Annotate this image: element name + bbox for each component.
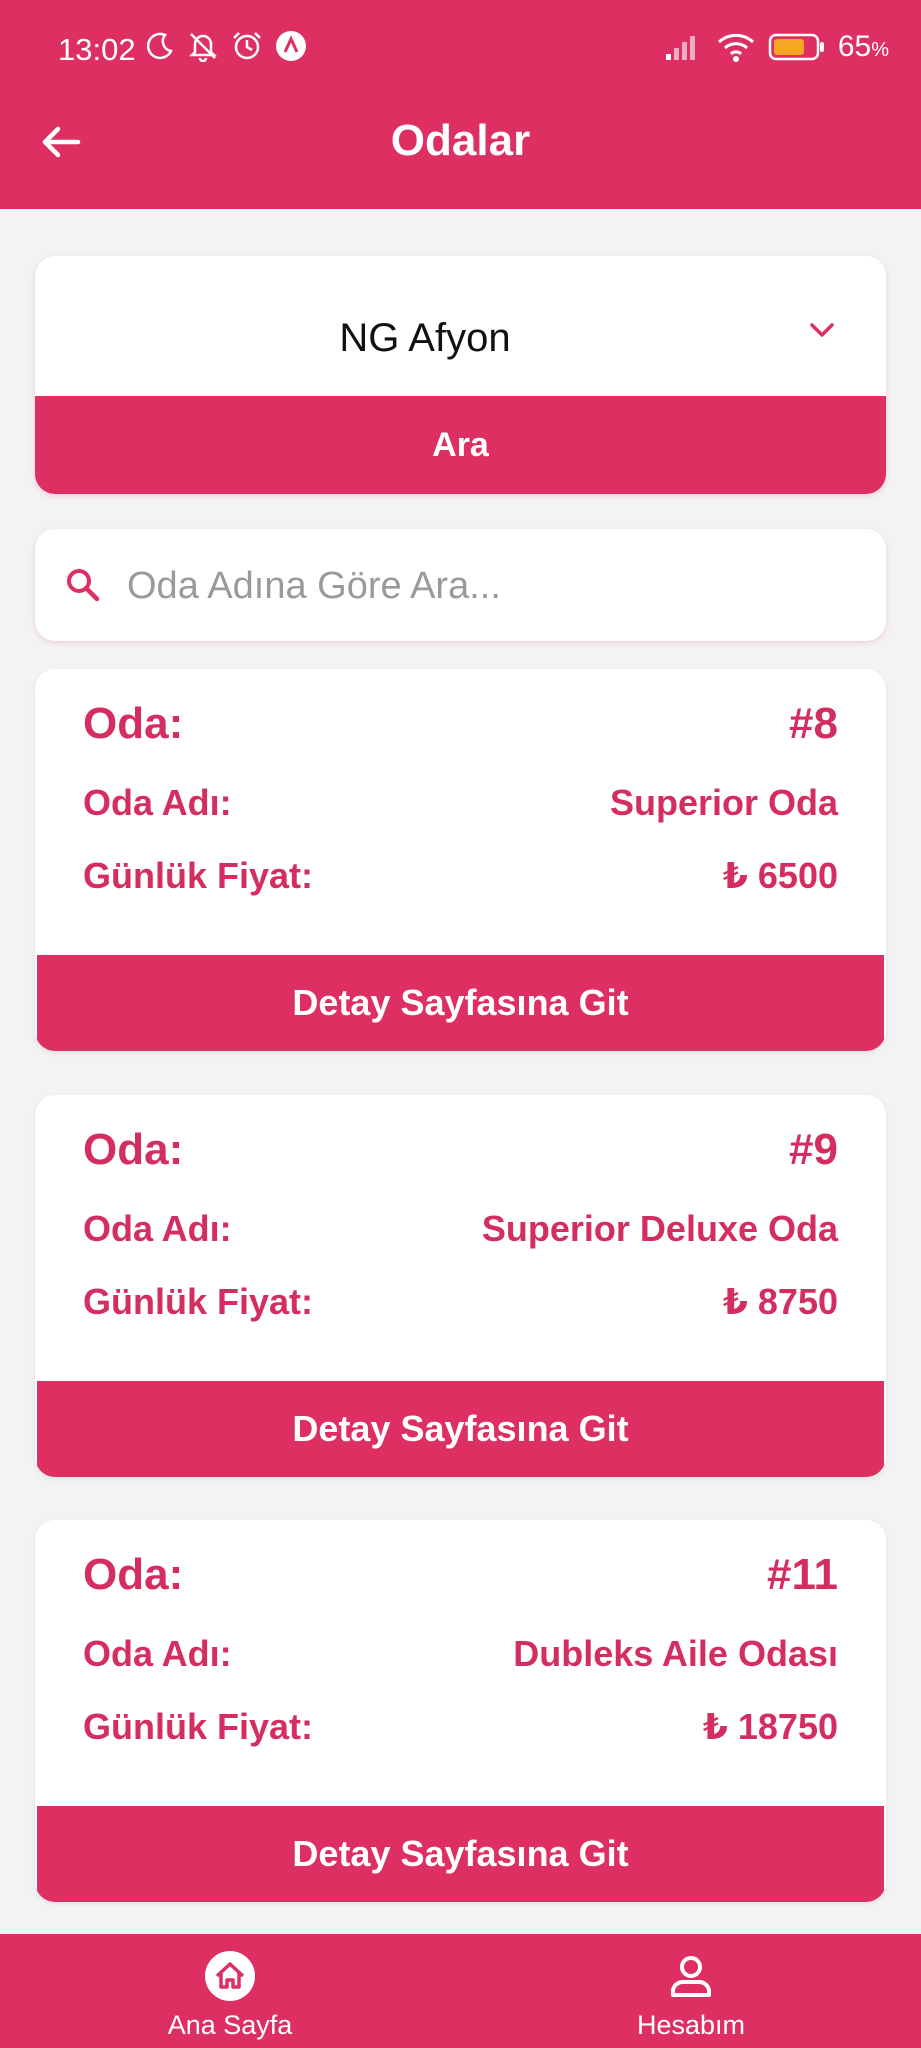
room-card: Oda: #8 Oda Adı: Superior Oda Günlük Fiy…: [35, 669, 886, 1051]
alarm-icon: [233, 32, 261, 60]
app-bar: 13:02 65% Odalar: [0, 0, 921, 209]
status-time: 13:02: [58, 32, 136, 67]
nav-home-label: Ana Sayfa: [167, 2010, 293, 2040]
nav-home[interactable]: Ana Sayfa: [130, 1934, 330, 2048]
hotel-filter-card: NG Afyon Ara: [35, 256, 886, 494]
bottom-navigation: Ana Sayfa Hesabım: [0, 1934, 921, 2048]
status-bar: 13:02 65%: [0, 0, 921, 100]
room-price-label: Günlük Fiyat:: [83, 855, 314, 896]
room-price: ₺ 6500: [722, 855, 838, 896]
room-number-row: Oda: #9: [83, 1125, 838, 1185]
nav-account-label: Hesabım: [636, 2010, 746, 2040]
room-name-row: Oda Adı: Dubleks Aile Odası: [83, 1633, 838, 1683]
status-right-icons: 65%: [664, 30, 889, 64]
room-search-box: [35, 529, 886, 641]
status-left-icons: [145, 30, 307, 62]
battery-level: 65%: [837, 30, 889, 63]
hotel-dropdown-value: NG Afyon: [339, 316, 511, 360]
user-icon: [671, 1956, 711, 1997]
room-price-row: Günlük Fiyat: ₺ 8750: [83, 1281, 838, 1331]
room-price-row: Günlük Fiyat: ₺ 6500: [83, 855, 838, 905]
room-price: ₺ 18750: [702, 1706, 838, 1747]
home-icon: [205, 1951, 255, 2001]
search-icon: [67, 569, 100, 602]
room-number: #11: [767, 1550, 838, 1599]
room-name: Superior Deluxe Oda: [481, 1208, 838, 1249]
detail-page-button[interactable]: Detay Sayfasına Git: [37, 1806, 884, 1902]
room-name-row: Oda Adı: Superior Deluxe Oda: [83, 1208, 838, 1258]
room-search-input[interactable]: [125, 555, 849, 617]
room-price-row: Günlük Fiyat: ₺ 18750: [83, 1706, 838, 1756]
room-name: Superior Oda: [609, 782, 838, 823]
detail-page-button[interactable]: Detay Sayfasına Git: [37, 955, 884, 1051]
room-label: Oda:: [83, 699, 184, 748]
app-notification-icon: [276, 31, 306, 61]
chevron-down-icon: [810, 323, 834, 337]
room-label: Oda:: [83, 1125, 184, 1174]
room-price-label: Günlük Fiyat:: [83, 1706, 314, 1747]
page-title: Odalar: [390, 116, 531, 165]
room-price: ₺ 8750: [722, 1281, 838, 1322]
room-card: Oda: #11 Oda Adı: Dubleks Aile Odası Gün…: [35, 1520, 886, 1902]
room-name: Dubleks Aile Odası: [513, 1633, 838, 1674]
room-label: Oda:: [83, 1550, 184, 1599]
room-name-label: Oda Adı:: [83, 1633, 232, 1674]
room-card: Oda: #9 Oda Adı: Superior Deluxe Oda Gün…: [35, 1095, 886, 1477]
room-price-label: Günlük Fiyat:: [83, 1281, 314, 1322]
battery-icon: [768, 33, 824, 61]
room-number: #9: [789, 1125, 838, 1174]
search-button[interactable]: Ara: [35, 396, 886, 494]
hotel-dropdown[interactable]: NG Afyon: [35, 256, 886, 396]
wifi-icon: [717, 33, 754, 62]
nav-account[interactable]: Hesabım: [591, 1934, 791, 2048]
room-number: #8: [789, 699, 838, 748]
room-name-label: Oda Adı:: [83, 1208, 232, 1249]
room-name-label: Oda Adı:: [83, 782, 232, 823]
bell-off-icon: [188, 33, 218, 62]
room-number-row: Oda: #8: [83, 699, 838, 759]
signal-icon: [665, 36, 695, 60]
room-number-row: Oda: #11: [83, 1550, 838, 1610]
room-name-row: Oda Adı: Superior Oda: [83, 782, 838, 832]
detail-page-button[interactable]: Detay Sayfasına Git: [37, 1381, 884, 1477]
moon-icon: [146, 32, 173, 60]
